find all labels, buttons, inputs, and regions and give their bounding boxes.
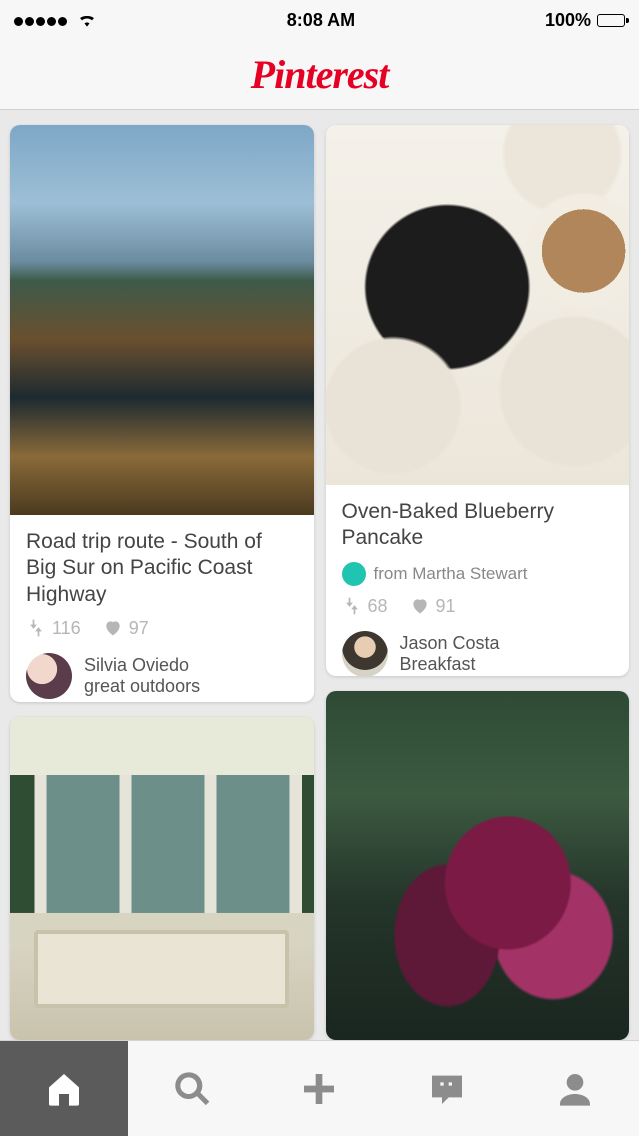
status-left: [14, 10, 97, 31]
like-count: 97: [129, 618, 149, 639]
tab-bar: [0, 1040, 639, 1136]
heart-icon: [103, 618, 123, 638]
feed[interactable]: Road trip route - South of Big Sur on Pa…: [0, 110, 639, 1040]
pin-card[interactable]: Oven-Baked Blueberry Pancake from Martha…: [326, 125, 630, 676]
tab-profile[interactable]: [511, 1041, 639, 1136]
tab-activity[interactable]: [383, 1041, 511, 1136]
user-name: Silvia Oviedo: [84, 655, 200, 676]
cell-signal-icon: [14, 10, 69, 31]
user-text: Silvia Oviedo great outdoors: [84, 655, 200, 697]
pin-stats: 68 91: [342, 596, 614, 617]
search-icon: [172, 1069, 212, 1109]
repin-count: 68: [368, 596, 388, 617]
repin-icon: [342, 596, 362, 616]
like-count: 91: [436, 596, 456, 617]
battery-percent: 100%: [545, 10, 591, 31]
pin-image[interactable]: [10, 125, 314, 515]
pin-card[interactable]: [326, 691, 630, 1040]
status-time: 8:08 AM: [287, 10, 355, 31]
like-stat: 91: [410, 596, 456, 617]
home-icon: [44, 1069, 84, 1109]
pin-user[interactable]: Jason Costa Breakfast: [342, 631, 614, 676]
status-bar: 8:08 AM 100%: [0, 0, 639, 40]
user-board: Breakfast: [400, 654, 500, 675]
status-right: 100%: [545, 10, 625, 31]
pinterest-logo: Pinterest: [251, 51, 389, 98]
pin-image[interactable]: [326, 125, 630, 485]
like-stat: 97: [103, 618, 149, 639]
user-name: Jason Costa: [400, 633, 500, 654]
user-text: Jason Costa Breakfast: [400, 633, 500, 675]
wifi-icon: [77, 13, 97, 27]
avatar[interactable]: [342, 631, 388, 676]
pin-body: Road trip route - South of Big Sur on Pa…: [10, 515, 314, 702]
plus-icon: [299, 1069, 339, 1109]
app-header: Pinterest: [0, 40, 639, 110]
heart-icon: [410, 596, 430, 616]
user-board: great outdoors: [84, 676, 200, 697]
pin-title: Road trip route - South of Big Sur on Pa…: [26, 529, 298, 608]
pin-user[interactable]: Silvia Oviedo great outdoors: [26, 653, 298, 699]
source-text: from Martha Stewart: [374, 564, 528, 584]
pin-title: Oven-Baked Blueberry Pancake: [342, 499, 614, 552]
repin-count: 116: [52, 618, 81, 639]
chat-pin-icon: [427, 1069, 467, 1109]
source-badge-icon: [342, 562, 366, 586]
avatar[interactable]: [26, 653, 72, 699]
tab-search[interactable]: [128, 1041, 256, 1136]
feed-column-left: Road trip route - South of Big Sur on Pa…: [10, 125, 314, 1040]
pin-source[interactable]: from Martha Stewart: [342, 562, 614, 586]
repin-stat: 116: [26, 618, 81, 639]
repin-icon: [26, 618, 46, 638]
tab-add[interactable]: [256, 1041, 384, 1136]
repin-stat: 68: [342, 596, 388, 617]
pin-card[interactable]: Road trip route - South of Big Sur on Pa…: [10, 125, 314, 702]
pin-body: Oven-Baked Blueberry Pancake from Martha…: [326, 485, 630, 676]
tab-home[interactable]: [0, 1041, 128, 1136]
pin-card[interactable]: [10, 717, 314, 1040]
pin-stats: 116 97: [26, 618, 298, 639]
battery-icon: [597, 14, 625, 27]
feed-column-right: Oven-Baked Blueberry Pancake from Martha…: [326, 125, 630, 1040]
person-icon: [555, 1069, 595, 1109]
